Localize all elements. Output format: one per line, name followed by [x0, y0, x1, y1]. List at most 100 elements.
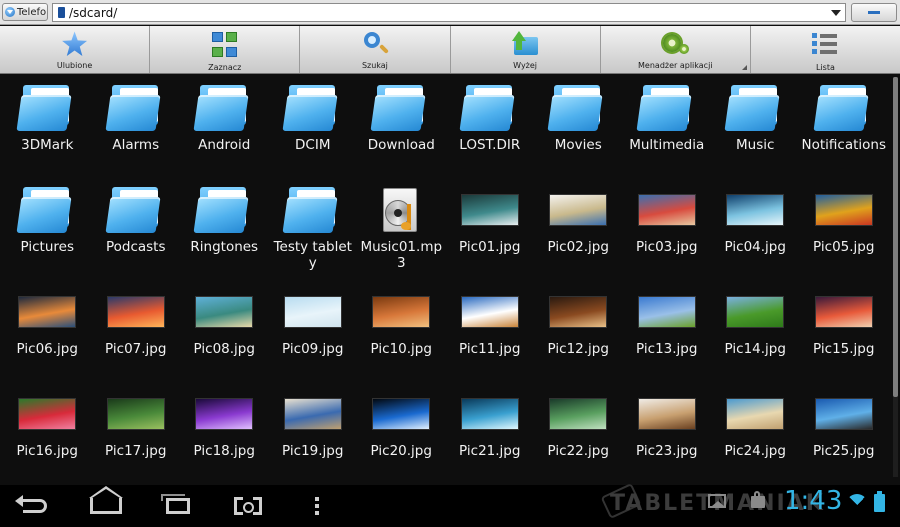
folder-icon — [105, 187, 164, 233]
file-item[interactable]: Pic22.jpg — [534, 382, 623, 484]
file-name: Multimedia — [629, 137, 705, 153]
image-thumbnail — [283, 296, 342, 328]
file-item[interactable]: Pic20.jpg — [357, 382, 446, 484]
file-item[interactable]: Multimedia — [623, 76, 712, 178]
file-name: Pic25.jpg — [813, 443, 875, 459]
search-label: Szukaj — [361, 61, 388, 70]
file-item[interactable]: Notifications — [800, 76, 889, 178]
file-item[interactable]: Pic18.jpg — [180, 382, 269, 484]
list-view-button[interactable]: Lista — [751, 26, 900, 73]
select-button[interactable]: Zaznacz — [150, 26, 301, 73]
minimize-button[interactable] — [851, 3, 897, 22]
file-item[interactable]: LOST.DIR — [446, 76, 535, 178]
file-item[interactable]: Pic17.jpg — [92, 382, 181, 484]
image-thumbnail — [814, 296, 873, 328]
file-item[interactable]: Download — [357, 76, 446, 178]
file-item[interactable]: Pic11.jpg — [446, 280, 535, 382]
toolbar: Ulubione Zaznacz Szukaj Wyżej Menadżer a… — [0, 26, 900, 74]
file-name: Android — [198, 137, 251, 153]
file-item[interactable]: Alarms — [92, 76, 181, 178]
app-manager-button[interactable]: Menadżer aplikacji — [601, 26, 751, 73]
file-item[interactable]: Pic07.jpg — [92, 280, 181, 382]
back-button[interactable] — [12, 485, 58, 527]
file-name: Pic14.jpg — [724, 341, 786, 357]
file-item[interactable]: Movies — [534, 76, 623, 178]
file-item[interactable]: Podcasts — [92, 178, 181, 280]
file-item[interactable]: Pictures — [3, 178, 92, 280]
file-item[interactable]: Pic08.jpg — [180, 280, 269, 382]
overflow-menu-icon — [315, 497, 319, 515]
file-item[interactable]: Pic21.jpg — [446, 382, 535, 484]
storage-source-button[interactable]: Telefo — [2, 3, 48, 21]
folder-up-icon — [512, 31, 539, 57]
file-item[interactable]: Ringtones — [180, 178, 269, 280]
file-item[interactable]: Pic10.jpg — [357, 280, 446, 382]
file-name: Pic21.jpg — [459, 443, 521, 459]
file-item[interactable]: Android — [180, 76, 269, 178]
file-name: Pic07.jpg — [105, 341, 167, 357]
file-item[interactable]: Pic24.jpg — [711, 382, 800, 484]
file-name: Podcasts — [105, 239, 166, 255]
file-name: Pic24.jpg — [724, 443, 786, 459]
file-item[interactable]: Music — [711, 76, 800, 178]
file-item[interactable]: Pic01.jpg — [446, 178, 535, 280]
file-item[interactable]: Pic25.jpg — [800, 382, 889, 484]
file-item[interactable]: Pic04.jpg — [711, 178, 800, 280]
recent-apps-button[interactable] — [155, 485, 201, 527]
file-name: Pic12.jpg — [547, 341, 609, 357]
folder-icon — [370, 85, 429, 131]
file-item[interactable]: Pic23.jpg — [623, 382, 712, 484]
file-item[interactable]: 3DMark — [3, 76, 92, 178]
image-thumbnail — [372, 296, 431, 328]
file-item[interactable]: Pic03.jpg — [623, 178, 712, 280]
file-name: Pic03.jpg — [636, 239, 698, 255]
file-item[interactable]: Testy tablety — [269, 178, 358, 280]
file-item[interactable]: DCIM — [269, 76, 358, 178]
up-button[interactable]: Wyżej — [451, 26, 601, 73]
image-thumbnail — [726, 296, 785, 328]
file-name: Pic09.jpg — [282, 341, 344, 357]
folder-icon — [16, 187, 75, 233]
path-text: /sdcard/ — [69, 5, 118, 20]
image-thumbnail — [460, 296, 519, 328]
screenshot-icon — [234, 497, 262, 515]
file-item[interactable]: Pic14.jpg — [711, 280, 800, 382]
folder-icon — [282, 85, 341, 131]
scrollbar-thumb[interactable] — [893, 77, 898, 397]
gallery-notification-icon[interactable] — [708, 494, 726, 508]
folder-icon — [193, 187, 252, 233]
folder-icon — [813, 85, 872, 131]
minus-icon — [868, 11, 880, 14]
search-button[interactable]: Szukaj — [300, 26, 451, 73]
file-item[interactable]: Music01.mp3 — [357, 178, 446, 280]
path-field[interactable]: /sdcard/ — [52, 3, 846, 22]
file-item[interactable]: Pic13.jpg — [623, 280, 712, 382]
file-name: Pic22.jpg — [547, 443, 609, 459]
folder-icon — [105, 85, 164, 131]
home-button[interactable] — [83, 485, 129, 527]
menu-button[interactable] — [294, 485, 340, 527]
file-item[interactable]: Pic19.jpg — [269, 382, 358, 484]
chevron-down-icon[interactable] — [831, 9, 841, 16]
file-item[interactable]: Pic16.jpg — [3, 382, 92, 484]
file-grid: 3DMark Alarms Android DCIM Download LOST.DIR M… — [3, 76, 887, 483]
file-item[interactable]: Pic09.jpg — [269, 280, 358, 382]
select-grid-icon — [211, 31, 239, 59]
file-item[interactable]: Pic02.jpg — [534, 178, 623, 280]
file-name: 3DMark — [21, 137, 74, 153]
sdcard-icon — [58, 7, 65, 18]
list-icon — [812, 31, 838, 59]
file-item[interactable]: Pic12.jpg — [534, 280, 623, 382]
file-name: Pic05.jpg — [813, 239, 875, 255]
file-item[interactable]: Pic05.jpg — [800, 178, 889, 280]
status-clock[interactable]: 1:43 — [784, 486, 842, 516]
image-thumbnail — [18, 296, 77, 328]
screenshot-button[interactable] — [225, 485, 271, 527]
file-item[interactable]: Pic15.jpg — [800, 280, 889, 382]
up-label: Wyżej — [513, 61, 538, 70]
file-name: Pic15.jpg — [813, 341, 875, 357]
store-notification-icon[interactable] — [751, 491, 765, 508]
file-item[interactable]: Pic06.jpg — [3, 280, 92, 382]
home-icon — [89, 486, 123, 514]
favorites-button[interactable]: Ulubione — [0, 26, 151, 73]
